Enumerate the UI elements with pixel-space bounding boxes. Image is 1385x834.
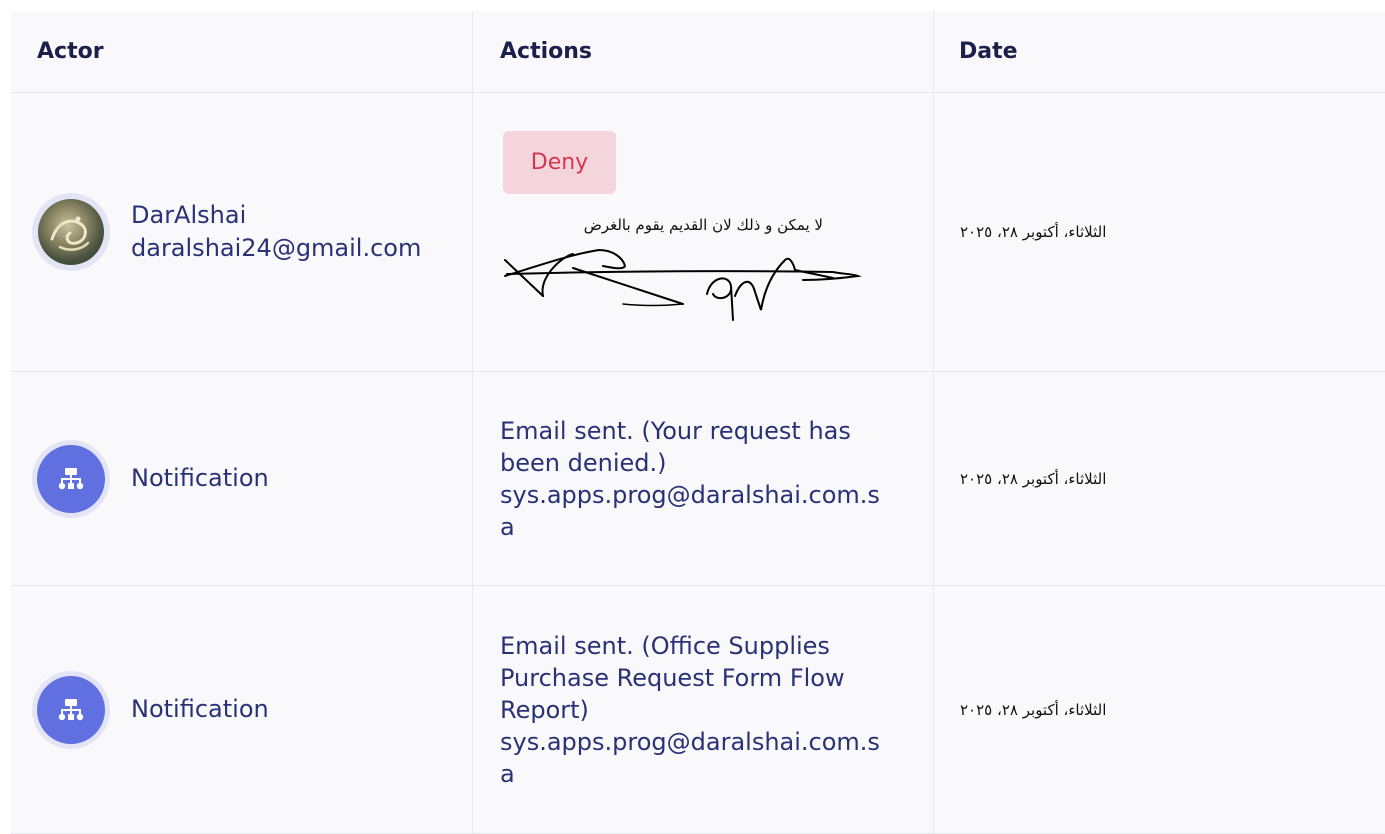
- table-row-1-actor: DarAlshai daralshai24@gmail.com: [11, 93, 473, 372]
- actor-email: daralshai24@gmail.com: [131, 234, 422, 262]
- table-row-3-actions: Email sent. (Office Supplies Purchase Re…: [473, 586, 934, 834]
- status-badge-deny: Deny: [503, 131, 616, 194]
- activity-table: Actor Actions Date DarAlshai daralshai24…: [11, 11, 1385, 834]
- table-row-1-actions: Deny لا يمكن و ذلك لان القديم يقوم بالغر…: [473, 93, 934, 372]
- date-text: الثلاثاء، أكتوبر ٢٨، ٢٠٢٥: [960, 223, 1107, 241]
- action-text: Email sent. (Your request has been denie…: [500, 416, 880, 541]
- table-row-3-date: الثلاثاء، أكتوبر ٢٨، ٢٠٢٥: [934, 586, 1385, 834]
- signature-image: [504, 248, 862, 321]
- sitemap-icon: [58, 467, 84, 489]
- sitemap-icon: [58, 698, 84, 720]
- deny-comment: لا يمكن و ذلك لان القديم يقوم بالغرض: [583, 216, 823, 234]
- table-row-2-actions: Email sent. (Your request has been denie…: [473, 372, 934, 586]
- actor-name: Notification: [131, 464, 269, 492]
- actor-name: Notification: [131, 695, 269, 723]
- avatar: [32, 439, 110, 518]
- avatar: [32, 670, 110, 749]
- activity-log-panel: Actor Actions Date DarAlshai daralshai24…: [11, 11, 1385, 834]
- table-row-3-actor: Notification: [11, 586, 473, 834]
- table-row-2-date: الثلاثاء، أكتوبر ٢٨، ٢٠٢٥: [934, 372, 1385, 586]
- action-text: Email sent. (Office Supplies Purchase Re…: [500, 631, 880, 788]
- column-header-actor: Actor: [11, 11, 473, 93]
- table-row-2-actor: Notification: [11, 372, 473, 586]
- column-header-date: Date: [934, 11, 1385, 93]
- notification-avatar: [37, 444, 105, 513]
- table-row-1-date: الثلاثاء، أكتوبر ٢٨، ٢٠٢٥: [934, 93, 1385, 372]
- actor-name: DarAlshai: [131, 201, 247, 229]
- calligraphy-logo-icon: [50, 216, 90, 251]
- user-avatar-image: [38, 199, 104, 265]
- date-text: الثلاثاء، أكتوبر ٢٨، ٢٠٢٥: [960, 469, 1107, 488]
- column-header-actions: Actions: [473, 11, 934, 93]
- date-text: الثلاثاء، أكتوبر ٢٨، ٢٠٢٥: [960, 700, 1107, 719]
- notification-avatar: [37, 675, 105, 744]
- avatar: [32, 193, 110, 271]
